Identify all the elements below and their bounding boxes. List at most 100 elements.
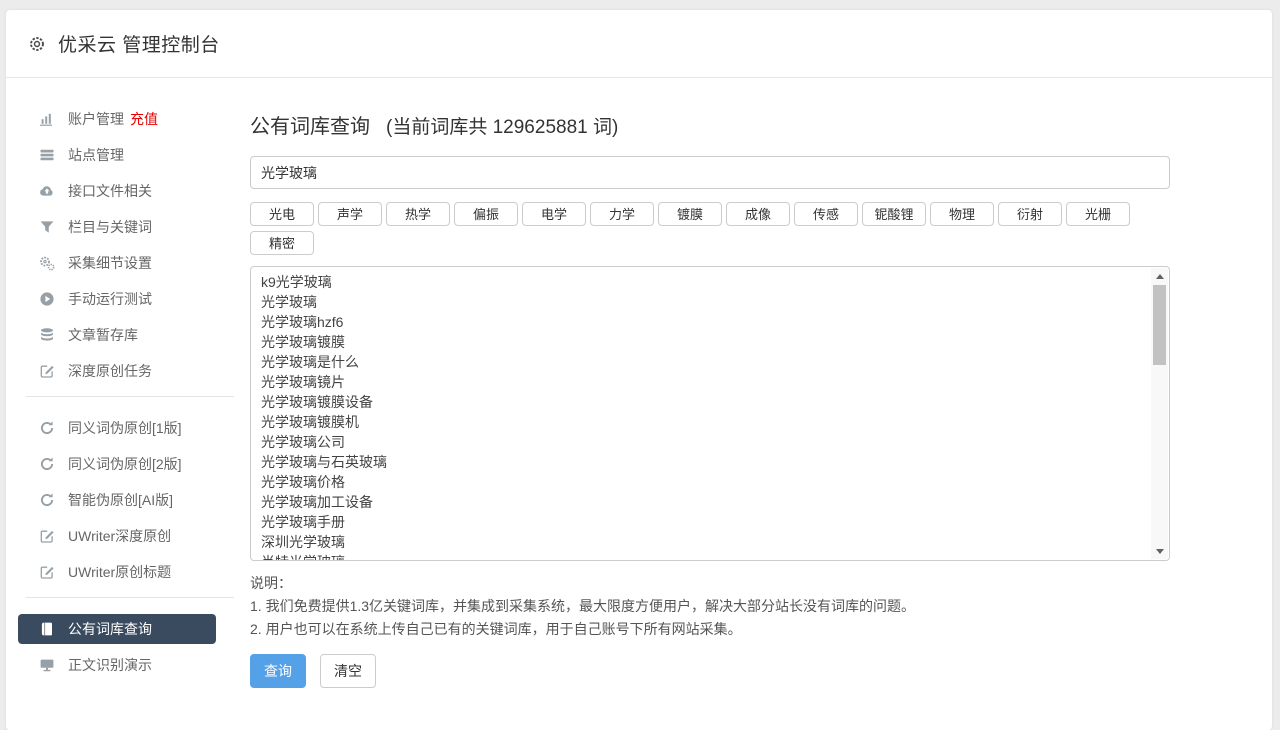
tag-button[interactable]: 热学 xyxy=(386,202,450,226)
tag-button[interactable]: 精密 xyxy=(250,231,314,255)
page-title: 公有词库查询 xyxy=(250,116,370,138)
header: 优采云 管理控制台 xyxy=(6,10,1272,78)
sidebar-item-label: UWriter原创标题 xyxy=(68,564,172,580)
sidebar-item-label: 深度原创任务 xyxy=(68,363,152,379)
clear-button[interactable]: 清空 xyxy=(320,654,376,688)
triangle-up-icon xyxy=(1155,273,1164,279)
keyword-row[interactable]: 光学玻璃是什么 xyxy=(261,352,1145,372)
sidebar-item-synonym-v2[interactable]: 同义词伪原创[2版] xyxy=(18,449,216,479)
sidebar-item-label: 站点管理 xyxy=(68,147,124,163)
database-icon xyxy=(38,327,55,343)
sidebar-item-label: 同义词伪原创[1版] xyxy=(68,420,182,436)
tag-button[interactable]: 偏振 xyxy=(454,202,518,226)
sidebar-item-public-thesaurus[interactable]: 公有词库查询 xyxy=(18,614,216,644)
sidebar-divider xyxy=(26,396,234,397)
sidebar-item-ai-original[interactable]: 智能伪原创[AI版] xyxy=(18,485,216,515)
scrollbar[interactable] xyxy=(1151,268,1168,559)
page-title-row: 公有词库查询 (当前词库共 129625881 词) xyxy=(250,110,1170,139)
edit-icon xyxy=(38,564,55,580)
sidebar-item-label: 采集细节设置 xyxy=(68,255,152,271)
sidebar-divider xyxy=(26,597,234,598)
filter-icon xyxy=(38,219,55,235)
edit-icon xyxy=(38,363,55,379)
refresh-icon xyxy=(38,456,55,472)
app-panel: 优采云 管理控制台 账户管理 充值站点管理接口文件相关 栏目与关键词 采集细节设置 手动… xyxy=(6,10,1272,730)
keyword-row[interactable]: 光学玻璃镀膜机 xyxy=(261,412,1145,432)
tag-button[interactable]: 电学 xyxy=(522,202,586,226)
edit-icon xyxy=(38,528,55,544)
tag-button[interactable]: 力学 xyxy=(590,202,654,226)
note-line-2: 2. 用户也可以在系统上传自己已有的关键词库，用于自己账号下所有网站采集。 xyxy=(250,621,742,637)
keyword-row[interactable]: 光学玻璃镜片 xyxy=(261,372,1145,392)
sidebar-item-label: 同义词伪原创[2版] xyxy=(68,456,182,472)
keyword-search-input[interactable] xyxy=(250,156,1170,189)
keyword-row[interactable]: 光学玻璃hzf6 xyxy=(261,312,1145,332)
result-box: k9光学玻璃 光学玻璃 光学玻璃hzf6 光学玻璃镀膜 光学玻璃是什么 光学玻璃镜片 光学玻… xyxy=(250,266,1170,561)
tag-button[interactable]: 衍射 xyxy=(998,202,1062,226)
keyword-row[interactable]: 光学玻璃 xyxy=(261,292,1145,312)
keyword-row[interactable]: k9光学玻璃 xyxy=(261,272,1145,292)
keyword-row[interactable]: 光学玻璃加工设备 xyxy=(261,492,1145,512)
scroll-up-button[interactable] xyxy=(1151,268,1168,284)
triangle-down-icon xyxy=(1155,548,1164,554)
refresh-icon xyxy=(38,492,55,508)
keyword-row[interactable]: 光学玻璃手册 xyxy=(261,512,1145,532)
sidebar-item-deep-original[interactable]: 深度原创任务 xyxy=(18,356,216,386)
scroll-down-button[interactable] xyxy=(1151,543,1168,559)
sidebar-item-uwriter-deep[interactable]: UWriter深度原创 xyxy=(18,521,216,551)
tag-button[interactable]: 光电 xyxy=(250,202,314,226)
server-icon xyxy=(38,147,55,163)
sidebar-item-label: 手动运行测试 xyxy=(68,291,152,307)
tag-list: 光电 声学 热学 偏振 电学 力学 镀膜 成像 传感 铌酸锂 物理 衍射 光栅精密 xyxy=(250,202,1170,255)
button-row: 查询 清空 xyxy=(250,654,1170,688)
sidebar-item-article-cache[interactable]: 文章暂存库 xyxy=(18,320,216,350)
cloud-upload-icon xyxy=(38,183,55,199)
notes-title: 说明： xyxy=(250,575,292,591)
sidebar-item-label: 账户管理 xyxy=(68,111,124,127)
keyword-row[interactable]: 光学玻璃价格 xyxy=(261,472,1145,492)
keyword-row[interactable]: 光学玻璃公司 xyxy=(261,432,1145,452)
scrollbar-thumb[interactable] xyxy=(1153,285,1166,365)
gears-icon xyxy=(38,255,55,271)
query-button[interactable]: 查询 xyxy=(250,654,306,688)
monitor-icon xyxy=(38,657,55,673)
sidebar-item-synonym-v1[interactable]: 同义词伪原创[1版] xyxy=(18,413,216,443)
sidebar-item-account[interactable]: 账户管理 充值 xyxy=(18,104,216,134)
sidebar-item-label: 文章暂存库 xyxy=(68,327,138,343)
sidebar-item-columns-keywords[interactable]: 栏目与关键词 xyxy=(18,212,216,242)
sidebar-item-label: 正文识别演示 xyxy=(68,657,152,673)
tag-button[interactable]: 声学 xyxy=(318,202,382,226)
sidebar-item-label: UWriter深度原创 xyxy=(68,528,172,544)
book-icon xyxy=(38,621,55,637)
bar-chart-icon xyxy=(38,111,55,127)
tag-button[interactable]: 成像 xyxy=(726,202,790,226)
sidebar-item-label: 栏目与关键词 xyxy=(68,219,152,235)
keyword-row[interactable]: 肖特光学玻璃 xyxy=(261,552,1145,560)
refresh-icon xyxy=(38,420,55,436)
sidebar: 账户管理 充值站点管理接口文件相关 栏目与关键词 采集细节设置 手动运行测试 文章暂存库深… xyxy=(6,78,250,730)
sidebar-item-api-files[interactable]: 接口文件相关 xyxy=(18,176,216,206)
keyword-list: k9光学玻璃 光学玻璃 光学玻璃hzf6 光学玻璃镀膜 光学玻璃是什么 光学玻璃镜片 光学玻… xyxy=(251,267,1151,560)
app-title: 优采云 管理控制台 xyxy=(58,35,220,56)
sidebar-item-sites[interactable]: 站点管理 xyxy=(18,140,216,170)
tag-button[interactable]: 镀膜 xyxy=(658,202,722,226)
sidebar-item-manual-run[interactable]: 手动运行测试 xyxy=(18,284,216,314)
note-line-1: 1. 我们免费提供1.3亿关键词库，并集成到采集系统，最大限度方便用户，解决大部… xyxy=(250,598,916,614)
sidebar-item-collect-settings[interactable]: 采集细节设置 xyxy=(18,248,216,278)
keyword-row[interactable]: 光学玻璃镀膜 xyxy=(261,332,1145,352)
tag-button[interactable]: 光栅 xyxy=(1066,202,1130,226)
notes: 说明： 1. 我们免费提供1.3亿关键词库，并集成到采集系统，最大限度方便用户，… xyxy=(250,572,1170,641)
sidebar-item-label: 公有词库查询 xyxy=(68,621,152,637)
word-count-subtitle: (当前词库共 129625881 词) xyxy=(386,117,619,138)
sidebar-item-uwriter-title[interactable]: UWriter原创标题 xyxy=(18,557,216,587)
sidebar-item-label: 接口文件相关 xyxy=(68,183,152,199)
keyword-row[interactable]: 光学玻璃镀膜设备 xyxy=(261,392,1145,412)
recharge-badge[interactable]: 充值 xyxy=(130,109,158,129)
keyword-row[interactable]: 深圳光学玻璃 xyxy=(261,532,1145,552)
tag-button[interactable]: 传感 xyxy=(794,202,858,226)
content: 账户管理 充值站点管理接口文件相关 栏目与关键词 采集细节设置 手动运行测试 文章暂存库深… xyxy=(6,78,1272,730)
tag-button[interactable]: 物理 xyxy=(930,202,994,226)
gear-icon xyxy=(28,35,46,53)
keyword-row[interactable]: 光学玻璃与石英玻璃 xyxy=(261,452,1145,472)
tag-button[interactable]: 铌酸锂 xyxy=(862,202,926,226)
